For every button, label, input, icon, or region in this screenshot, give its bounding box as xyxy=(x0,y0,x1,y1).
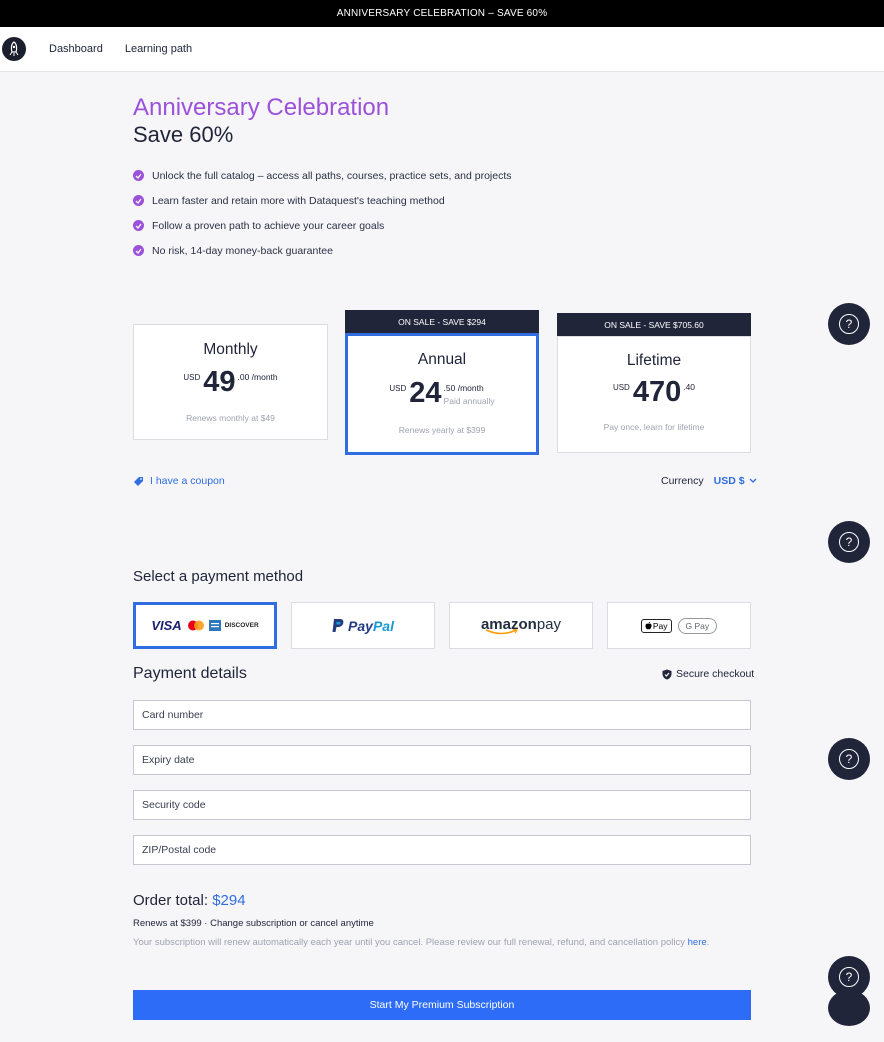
plan-card-monthly[interactable]: Monthly USD 49 .00 /month Renews monthly… xyxy=(133,324,328,440)
price-currency: USD xyxy=(612,383,630,392)
plan-name: Monthly xyxy=(203,341,258,358)
plan-price: USD 470 .40 xyxy=(558,377,750,407)
coupon-label: I have a coupon xyxy=(150,475,225,487)
currency-label: Currency xyxy=(661,475,704,487)
price-fraction: .50 /month xyxy=(443,383,484,393)
apple-pay-badge: Pay xyxy=(640,618,672,633)
price-fraction-group: .50 /month Paid annually xyxy=(444,383,495,406)
order-total: Order total: $294 xyxy=(133,892,246,909)
top-nav: Dashboard Learning path xyxy=(0,27,884,72)
help-icon: ? xyxy=(839,967,859,987)
renewal-info: Renews at $399 · Change subscription or … xyxy=(133,918,374,929)
sale-ribbon: ON SALE - SAVE $294 xyxy=(345,310,539,334)
help-icon: ? xyxy=(839,314,859,334)
amex-logo xyxy=(208,620,221,631)
tag-icon xyxy=(133,476,144,487)
promo-banner: ANNIVERSARY CELEBRATION – SAVE 60% xyxy=(0,0,884,27)
price-whole: 24 xyxy=(409,377,442,409)
paypal-wordmark-pal: Pal xyxy=(372,617,394,634)
card-number-field[interactable] xyxy=(133,700,751,730)
benefit-text: No risk, 14-day money-back guarantee xyxy=(152,244,333,257)
google-pay-badge: G Pay xyxy=(677,617,718,634)
benefit-text: Follow a proven path to achieve your car… xyxy=(152,219,385,232)
plan-card-annual[interactable]: Annual USD 24 .50 /month Paid annually R… xyxy=(345,333,539,455)
payment-method-wallets[interactable]: Pay G Pay xyxy=(607,602,751,649)
mastercard-logo xyxy=(187,620,205,631)
benefit-item: Learn faster and retain more with Dataqu… xyxy=(133,188,512,213)
benefit-text: Learn faster and retain more with Dataqu… xyxy=(152,194,445,207)
visa-logo: VISA xyxy=(151,618,182,633)
policy-link[interactable]: here xyxy=(688,937,707,948)
secure-checkout-label: Secure checkout xyxy=(676,668,755,680)
policy-body: Your subscription will renew automatical… xyxy=(133,937,685,948)
price-fraction: .00 /month xyxy=(237,372,278,382)
currency-value: USD $ xyxy=(713,475,745,487)
check-circle-icon xyxy=(133,170,144,181)
payment-details-title: Payment details xyxy=(133,665,247,682)
paypal-wordmark-pay: Pay xyxy=(348,617,373,634)
secure-checkout: Secure checkout xyxy=(662,668,754,680)
paid-annually-note: Paid annually xyxy=(443,396,495,406)
page-subtitle: Save 60% xyxy=(133,122,234,147)
shield-icon xyxy=(662,669,672,680)
order-total-amount: $294 xyxy=(212,892,246,909)
benefit-item: No risk, 14-day money-back guarantee xyxy=(133,238,512,263)
benefits-list: Unlock the full catalog – access all pat… xyxy=(133,163,512,263)
check-circle-icon xyxy=(133,220,144,231)
help-button[interactable]: ? xyxy=(828,956,870,998)
paypal-icon xyxy=(332,618,344,633)
plan-price: USD 49 .00 /month xyxy=(134,367,327,397)
plan-name: Lifetime xyxy=(626,352,682,369)
help-icon: ? xyxy=(839,749,859,769)
plan-card-lifetime[interactable]: Lifetime USD 470 .40 Pay once, learn for… xyxy=(557,336,751,453)
plan-price: USD 24 .50 /month Paid annually xyxy=(348,378,536,408)
zip-code-field[interactable] xyxy=(133,835,751,865)
coupon-link[interactable]: I have a coupon xyxy=(133,475,225,487)
plan-name: Annual xyxy=(417,351,467,368)
policy-period: . xyxy=(706,937,710,948)
amazon-smile-icon xyxy=(485,629,519,635)
price-fraction: .40 xyxy=(683,382,696,392)
plan-renewal-note: Pay once, learn for lifetime xyxy=(603,422,705,432)
help-button[interactable]: ? xyxy=(828,738,870,780)
help-button[interactable]: ? xyxy=(828,521,870,563)
chevron-down-icon xyxy=(749,478,757,484)
apple-pay-label: Pay xyxy=(652,620,668,631)
check-circle-icon xyxy=(133,245,144,256)
benefit-item: Unlock the full catalog – access all pat… xyxy=(133,163,512,188)
price-whole: 470 xyxy=(632,376,682,408)
payment-method-card[interactable]: VISA DISCOVER xyxy=(133,602,277,649)
nav-learning-path[interactable]: Learning path xyxy=(125,43,192,55)
start-subscription-button[interactable]: Start My Premium Subscription xyxy=(133,990,751,1020)
sale-ribbon: ON SALE - SAVE $705.60 xyxy=(557,313,751,337)
help-button[interactable]: ? xyxy=(828,303,870,345)
plan-renewal-note: Renews monthly at $49 xyxy=(186,413,275,423)
help-icon: ? xyxy=(839,532,859,552)
pay-wordmark: pay xyxy=(536,616,562,633)
security-code-field[interactable] xyxy=(133,790,751,820)
discover-logo: DISCOVER xyxy=(224,622,259,629)
payment-method-amazon-pay[interactable]: amazon pay xyxy=(449,602,593,649)
currency-selector[interactable]: Currency USD $ xyxy=(661,475,757,487)
policy-text: Your subscription will renew automatical… xyxy=(133,934,753,951)
price-currency: USD xyxy=(389,384,407,393)
price-currency: USD xyxy=(183,373,201,382)
expiry-date-field[interactable] xyxy=(133,745,751,775)
benefit-item: Follow a proven path to achieve your car… xyxy=(133,213,512,238)
order-total-label: Order total: xyxy=(133,892,209,909)
rocket-icon[interactable] xyxy=(2,37,26,61)
page-title: Anniversary Celebration xyxy=(133,94,390,121)
apple-icon xyxy=(645,621,652,630)
payment-method-paypal[interactable]: Pay Pal xyxy=(291,602,435,649)
payment-method-title: Select a payment method xyxy=(133,568,304,585)
plan-renewal-note: Renews yearly at $399 xyxy=(398,425,486,435)
benefit-text: Unlock the full catalog – access all pat… xyxy=(152,169,512,182)
nav-dashboard[interactable]: Dashboard xyxy=(49,43,103,55)
check-circle-icon xyxy=(133,195,144,206)
price-whole: 49 xyxy=(203,366,236,398)
